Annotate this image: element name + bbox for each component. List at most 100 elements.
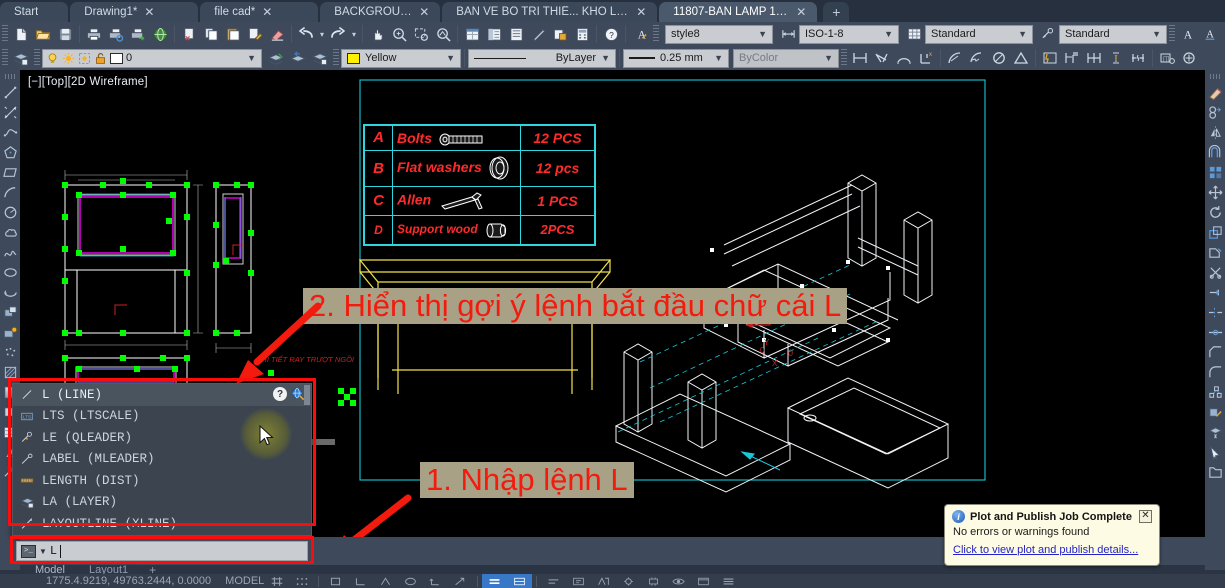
layer-on-icon[interactable] [46, 52, 59, 65]
chevron-down-icon[interactable]: ▼ [758, 29, 770, 39]
customization-icon[interactable] [716, 574, 741, 588]
lineweight-combo[interactable]: 0.25 mm ▼ [623, 48, 729, 68]
close-icon[interactable]: ✕ [143, 6, 155, 18]
close-icon[interactable]: ✕ [795, 6, 807, 18]
close-icon[interactable]: ✕ [418, 6, 430, 18]
close-icon[interactable]: ✕ [261, 6, 273, 18]
layer-thaw-icon[interactable] [62, 52, 75, 65]
chevron-down-icon[interactable]: ▼ [884, 29, 896, 39]
close-icon[interactable]: ✕ [1139, 510, 1152, 523]
layer-walk-icon[interactable] [1206, 423, 1224, 442]
previous-layer-icon[interactable] [287, 47, 309, 69]
explode-icon[interactable] [1206, 383, 1224, 402]
close-icon[interactable]: ✕ [635, 6, 647, 18]
text-a-icon[interactable]: A [1177, 23, 1199, 45]
toolbar-grip[interactable] [1210, 74, 1220, 79]
ellipse-icon[interactable] [1, 263, 19, 282]
construction-line-icon[interactable] [1, 103, 19, 122]
undo-dropdown-icon[interactable]: ▾ [317, 30, 327, 39]
toolbar-grip[interactable] [1169, 25, 1175, 43]
dim-text-icon[interactable]: I [1105, 47, 1127, 69]
quick-select-icon[interactable] [1206, 443, 1224, 462]
layer-states-icon[interactable] [10, 47, 32, 69]
polyline-icon[interactable] [1, 123, 19, 142]
make-current-icon[interactable] [265, 47, 287, 69]
toolbar-grip[interactable] [34, 49, 40, 67]
arc-icon[interactable] [1, 183, 19, 202]
plot-preview-icon[interactable] [105, 23, 127, 45]
tab-file-cad[interactable]: file cad* ✕ [200, 2, 319, 22]
chamfer-icon[interactable] [1206, 343, 1224, 362]
notification-balloon[interactable]: i Plot and Publish Job Complete ✕ No err… [944, 504, 1160, 566]
toolbar-grip[interactable] [333, 49, 339, 67]
linetype-combo[interactable]: ByLayer ▼ [468, 48, 616, 68]
text-a-underline-icon[interactable]: A [1199, 23, 1221, 45]
annotation-scale-icon[interactable] [591, 574, 616, 588]
dim-aligned-icon[interactable] [871, 47, 893, 69]
dim-ordinate-icon[interactable]: x [915, 47, 937, 69]
undo-icon[interactable] [295, 23, 317, 45]
table-style-combo[interactable]: Standard ▼ [925, 24, 1033, 44]
spline-icon[interactable] [1, 243, 19, 262]
otrack-icon[interactable] [398, 574, 423, 588]
dim-diameter-icon[interactable] [988, 47, 1010, 69]
zoom-window-icon[interactable] [410, 23, 432, 45]
table-style-icon[interactable] [903, 23, 925, 45]
workspace-icon[interactable] [616, 574, 641, 588]
erase-icon[interactable] [266, 23, 288, 45]
dim-radius-icon[interactable] [944, 47, 966, 69]
text-a-edit-icon[interactable]: A [1221, 23, 1225, 45]
tab-start[interactable]: Start [0, 2, 69, 22]
pan-icon[interactable] [366, 23, 388, 45]
zoom-realtime-icon[interactable] [388, 23, 410, 45]
layer-combo[interactable]: 0 ▼ [42, 48, 262, 68]
dimension-style-combo[interactable]: ISO-1-8 ▼ [799, 24, 899, 44]
dim-center-icon[interactable] [1178, 47, 1200, 69]
designcenter-icon[interactable] [483, 23, 505, 45]
cut-icon[interactable] [178, 23, 200, 45]
chevron-down-icon[interactable]: ▼ [247, 53, 259, 63]
stretch-icon[interactable] [1206, 243, 1224, 262]
copy-object-icon[interactable] [1206, 103, 1224, 122]
paste-icon[interactable] [222, 23, 244, 45]
redo-dropdown-icon[interactable]: ▾ [349, 30, 359, 39]
tab-background-1[interactable]: BACKGROUND 1* ✕ [320, 2, 441, 22]
snap-icon[interactable] [289, 574, 314, 588]
hardware-accel-icon[interactable] [641, 574, 666, 588]
layer-unlock-icon[interactable] [94, 52, 107, 65]
circle-icon[interactable] [1, 203, 19, 222]
web-publish-icon[interactable] [149, 23, 171, 45]
calculator-icon[interactable] [571, 23, 593, 45]
offset-icon[interactable] [1206, 143, 1224, 162]
polygon-icon[interactable] [1, 143, 19, 162]
plot-icon[interactable] [83, 23, 105, 45]
dim-continue-icon[interactable] [1083, 47, 1105, 69]
dim-jogged-icon[interactable] [966, 47, 988, 69]
elliptical-arc-icon[interactable] [1, 283, 19, 302]
chevron-down-icon[interactable]: ▼ [1152, 29, 1164, 39]
dynamic-input-icon[interactable] [448, 574, 473, 588]
properties-icon[interactable] [461, 23, 483, 45]
coordinates-display[interactable]: 1775.4.9219, 49763.2444, 0.0000 [0, 575, 211, 587]
tab-ban-ve-bo-tri[interactable]: BẢN VẼ BỐ TRÍ THIẾ... KHO LẠNH 10.12.19*… [442, 2, 658, 22]
text-style-toolbar-icon[interactable]: A [629, 23, 651, 45]
mleader-style-icon[interactable] [1037, 23, 1059, 45]
make-block-icon[interactable] [1, 323, 19, 342]
isolate-objects-icon[interactable] [666, 574, 691, 588]
dim-break-icon[interactable] [1127, 47, 1149, 69]
rotate-icon[interactable] [1206, 203, 1224, 222]
plot-to-file-icon[interactable] [127, 23, 149, 45]
new-tab-button[interactable]: + [823, 2, 850, 22]
osnap-icon[interactable] [373, 574, 398, 588]
point-icon[interactable] [1, 343, 19, 362]
zoom-previous-icon[interactable] [432, 23, 454, 45]
tool-palettes-icon[interactable] [505, 23, 527, 45]
layer-freeze-vp-icon[interactable] [78, 52, 91, 65]
lineweight-icon[interactable] [482, 574, 508, 588]
new-icon[interactable] [10, 23, 32, 45]
erase-icon[interactable] [1206, 83, 1224, 102]
fillet-icon[interactable] [1206, 363, 1224, 382]
revision-cloud-icon[interactable] [1, 223, 19, 242]
chevron-down-icon[interactable]: ▼ [446, 53, 458, 63]
chevron-down-icon[interactable]: ▼ [1018, 29, 1030, 39]
